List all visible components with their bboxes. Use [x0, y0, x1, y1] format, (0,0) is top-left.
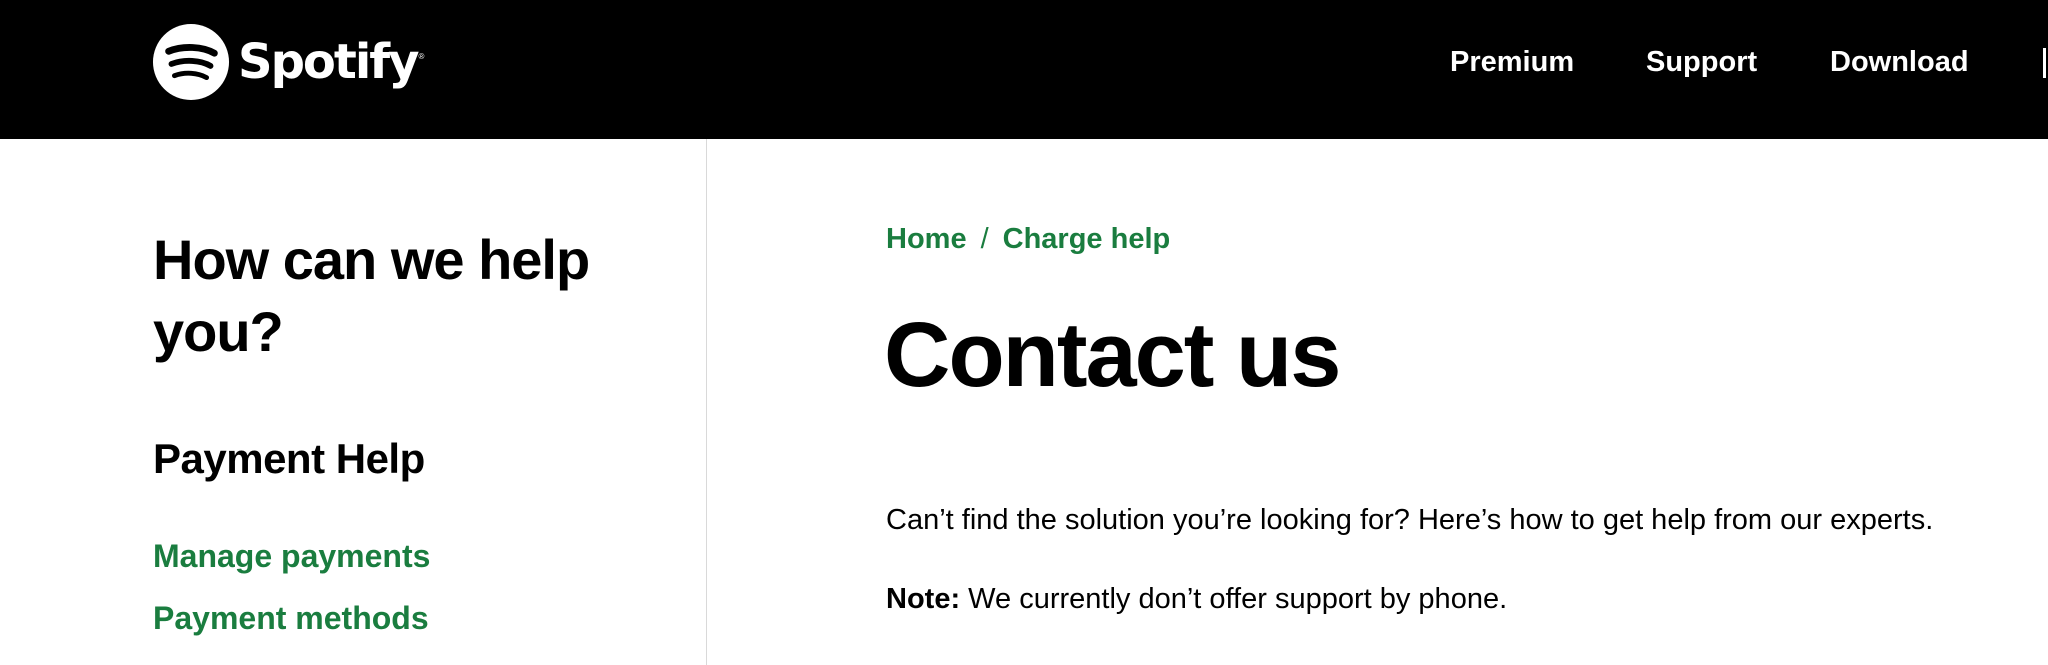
top-navigation-bar: Spotify ® Premium Support Download [0, 0, 2048, 139]
intro-text: Can’t find the solution you’re looking f… [886, 504, 1934, 536]
sidebar-link-manage-payments[interactable]: Manage payments [153, 538, 430, 574]
spotify-logo-link[interactable]: Spotify ® [152, 22, 424, 102]
nav-download-link[interactable]: Download [1830, 46, 1969, 79]
nav-divider [2043, 48, 2046, 78]
spotify-wordmark: Spotify [238, 34, 419, 90]
sidebar-section-title: Payment Help [153, 435, 425, 482]
spotify-logo-icon [152, 23, 230, 101]
note-label: Note: [886, 583, 961, 615]
breadcrumb: Home / Charge help [886, 223, 1170, 256]
sidebar-link-payment-methods[interactable]: Payment methods [153, 600, 429, 636]
breadcrumb-separator: / [980, 223, 989, 255]
registered-mark: ® [418, 52, 425, 61]
note-text: We currently don’t offer support by phon… [960, 583, 1508, 615]
note-paragraph: Note: We currently don’t offer support b… [886, 582, 1507, 617]
nav-premium-link[interactable]: Premium [1450, 46, 1574, 79]
help-sidebar: How can we help you? Payment Help Manage… [0, 139, 707, 665]
page-title: Contact us [884, 304, 1341, 406]
main-content: Home / Charge help Contact us Can’t find… [708, 139, 2048, 665]
nav-support-link[interactable]: Support [1646, 46, 1757, 79]
breadcrumb-home-link[interactable]: Home [886, 223, 967, 256]
breadcrumb-charge-help-link[interactable]: Charge help [1003, 223, 1171, 256]
sidebar-heading: How can we help you? [153, 228, 590, 363]
